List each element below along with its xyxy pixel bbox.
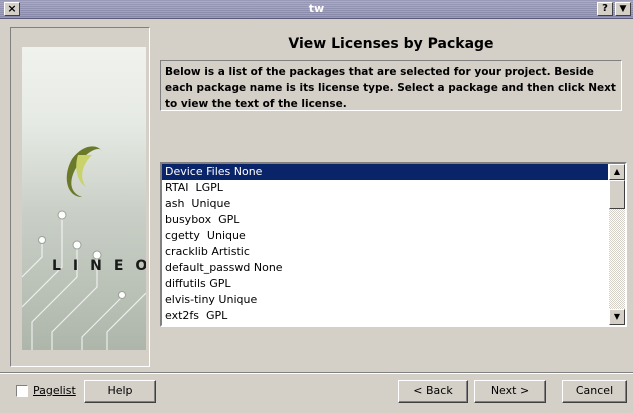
lineo-logo-text: LINEO (52, 258, 146, 274)
page-title: View Licenses by Package (288, 36, 494, 52)
list-item[interactable]: ext2fs GPL (162, 308, 608, 324)
help-button[interactable]: Help (84, 380, 156, 403)
list-scrollbar[interactable]: ▲ ▼ (609, 164, 625, 325)
list-item[interactable]: RTAI LGPL (162, 180, 608, 196)
list-item[interactable]: default_passwd None (162, 260, 608, 276)
window-menu-button[interactable]: ▼ (615, 2, 631, 16)
pagelist-label: Pagelist (33, 384, 76, 397)
list-items: Device Files None RTAI LGPL ash Unique b… (162, 164, 608, 324)
list-item[interactable]: Device Files None (162, 164, 608, 180)
back-button[interactable]: < Back (398, 380, 468, 403)
window-title: tw (308, 2, 325, 15)
lineo-swoosh-icon (66, 146, 102, 197)
footer-divider (0, 372, 633, 374)
title-bar[interactable]: × tw ? ▼ (0, 0, 633, 19)
list-item[interactable]: cgetty Unique (162, 228, 608, 244)
lineo-logo-panel: LINEO (22, 47, 146, 350)
package-license-list[interactable]: Device Files None RTAI LGPL ash Unique b… (160, 162, 627, 327)
list-item[interactable]: busybox GPL (162, 212, 608, 228)
window-help-button[interactable]: ? (597, 2, 613, 16)
checkbox-box[interactable] (16, 385, 28, 397)
scroll-up-arrow-icon[interactable]: ▲ (609, 164, 625, 180)
circuit-graphic (22, 146, 146, 350)
list-item[interactable]: ash Unique (162, 196, 608, 212)
list-item[interactable]: elvis-tiny Unique (162, 292, 608, 308)
help-button-label: Help (107, 384, 133, 397)
back-button-label: < Back (413, 384, 453, 397)
scroll-down-arrow-icon[interactable]: ▼ (609, 309, 625, 325)
next-button-label: Next > (490, 384, 530, 397)
next-button[interactable]: Next > (474, 380, 546, 403)
cancel-button[interactable]: Cancel (562, 380, 627, 403)
list-item[interactable]: diffutils GPL (162, 276, 608, 292)
cancel-button-label: Cancel (575, 384, 614, 397)
instructions-text: Below is a list of the packages that are… (160, 60, 622, 111)
list-item[interactable]: cracklib Artistic (162, 244, 608, 260)
scroll-thumb[interactable] (609, 180, 625, 209)
